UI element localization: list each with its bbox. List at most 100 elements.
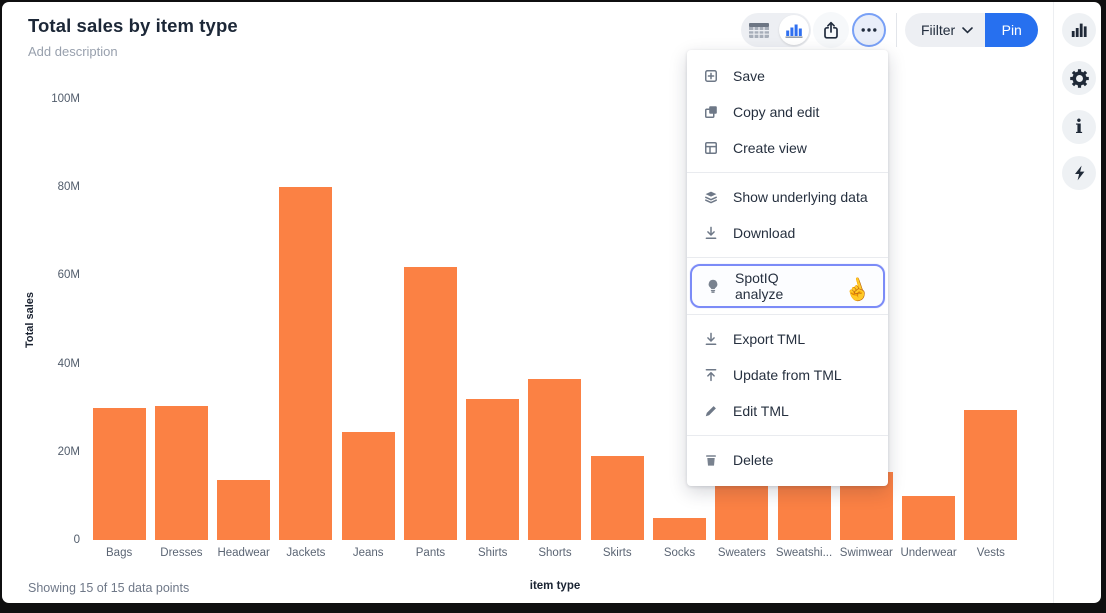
filter-button[interactable]: Fiilter — [905, 13, 985, 47]
x-tick-label: Socks — [648, 547, 710, 559]
x-axis-title: item type — [88, 580, 1022, 592]
ellipsis-icon — [861, 28, 877, 32]
x-tick-label: Vests — [960, 547, 1022, 559]
chart-view-icon — [785, 23, 803, 38]
bar-shirts[interactable] — [466, 399, 519, 540]
x-tick-label: Pants — [399, 547, 461, 559]
pin-button-label: Pin — [1002, 22, 1022, 38]
create-view-icon — [703, 140, 719, 156]
bar-slot — [275, 99, 337, 540]
menu-item-create-view[interactable]: Create view — [687, 130, 888, 166]
menu-item-save[interactable]: Save — [687, 58, 888, 94]
y-axis-ticks: 100M80M60M40M20M0 — [40, 99, 80, 540]
x-tick-label: Dresses — [150, 547, 212, 559]
bar-jackets[interactable] — [279, 187, 332, 540]
y-tick-label: 60M — [40, 269, 80, 281]
menu-item-label: Edit TML — [733, 403, 789, 419]
menu-item-edit-tml[interactable]: Edit TML — [687, 393, 888, 429]
bar-underwear[interactable] — [902, 496, 955, 540]
share-icon — [822, 21, 840, 40]
toolbar-divider — [896, 13, 897, 47]
more-options-button[interactable] — [852, 13, 886, 47]
bar-slot — [399, 99, 461, 540]
bar-slot — [150, 99, 212, 540]
menu-divider — [687, 314, 888, 315]
share-button[interactable] — [813, 12, 849, 48]
table-view-icon — [749, 23, 769, 38]
gear-icon — [1070, 69, 1089, 88]
x-tick-label: Jeans — [337, 547, 399, 559]
page-title: Total sales by item type — [28, 15, 238, 37]
bar-slot — [960, 99, 1022, 540]
copy-and-edit-icon — [703, 104, 719, 120]
y-axis-title: Total sales — [22, 99, 38, 540]
bar-socks[interactable] — [653, 518, 706, 540]
bar-bags[interactable] — [93, 408, 146, 540]
chart-config-icon — [1071, 23, 1087, 37]
info-icon: i — [1075, 118, 1082, 137]
menu-item-label: Update from TML — [733, 367, 842, 383]
sidebar-settings-button[interactable] — [1062, 61, 1096, 95]
menu-item-export-tml[interactable]: Export TML — [687, 321, 888, 357]
menu-item-label: Save — [733, 68, 765, 84]
bar-dresses[interactable] — [155, 406, 208, 541]
x-tick-label: Swimwear — [835, 547, 897, 559]
download-icon — [703, 225, 719, 241]
trash-icon — [703, 452, 719, 468]
bar-jeans[interactable] — [342, 432, 395, 540]
menu-item-spotiq-highlight: SpotIQ analyze ☝ — [690, 264, 885, 308]
menu-item-show-underlying-data[interactable]: Show underlying data — [687, 179, 888, 215]
add-description-placeholder[interactable]: Add description — [28, 44, 118, 59]
save-icon — [703, 68, 719, 84]
menu-item-copy-and-edit[interactable]: Copy and edit — [687, 94, 888, 130]
chevron-down-icon — [962, 27, 973, 34]
app-window: Total sales by item type Add description — [2, 2, 1101, 603]
bar-slot — [337, 99, 399, 540]
bar-slot — [462, 99, 524, 540]
bar-pants[interactable] — [404, 267, 457, 540]
lightning-icon — [1073, 165, 1086, 181]
menu-item-update-from-tml[interactable]: Update from TML — [687, 357, 888, 393]
y-tick-label: 40M — [40, 358, 80, 370]
x-tick-label: Sweaters — [711, 547, 773, 559]
bar-slot — [586, 99, 648, 540]
x-tick-label: Sweatshi... — [773, 547, 835, 559]
upload-icon — [703, 367, 719, 383]
menu-item-download[interactable]: Download — [687, 215, 888, 251]
menu-item-label: Delete — [733, 452, 773, 468]
bar-slot — [897, 99, 959, 540]
y-tick-label: 80M — [40, 181, 80, 193]
bar-slot — [524, 99, 586, 540]
menu-item-label: SpotIQ analyze — [735, 270, 828, 302]
x-axis-labels: BagsDressesHeadwearJacketsJeansPantsShir… — [88, 547, 1022, 559]
sidebar-info-button[interactable]: i — [1062, 110, 1096, 144]
sidebar-divider — [1053, 2, 1054, 603]
sidebar-chart-config-button[interactable] — [1062, 13, 1096, 47]
bar-skirts[interactable] — [591, 456, 644, 540]
table-view-button[interactable] — [741, 13, 776, 47]
lightbulb-icon — [705, 278, 721, 294]
x-tick-label: Skirts — [586, 547, 648, 559]
chart-view-button[interactable] — [779, 15, 809, 45]
pin-button[interactable]: Pin — [985, 13, 1038, 47]
menu-item-spotiq-analyze[interactable]: SpotIQ analyze ☝ — [692, 266, 883, 306]
menu-item-delete[interactable]: Delete — [687, 442, 888, 478]
x-tick-label: Headwear — [213, 547, 275, 559]
bar-slot — [213, 99, 275, 540]
y-tick-label: 0 — [40, 534, 80, 546]
menu-item-label: Download — [733, 225, 795, 241]
x-tick-label: Shirts — [462, 547, 524, 559]
more-options-menu: Save Copy and edit Create view — [687, 50, 888, 486]
sidebar-lightning-button[interactable] — [1062, 156, 1096, 190]
hand-pointer-icon: ☝ — [841, 276, 872, 304]
x-tick-label: Underwear — [897, 547, 959, 559]
bar-headwear[interactable] — [217, 480, 270, 540]
pencil-icon — [703, 403, 719, 419]
bar-vests[interactable] — [964, 410, 1017, 540]
x-tick-label: Shorts — [524, 547, 586, 559]
menu-item-label: Copy and edit — [733, 104, 819, 120]
bar-shorts[interactable] — [528, 379, 581, 540]
menu-item-label: Create view — [733, 140, 807, 156]
menu-divider — [687, 172, 888, 173]
y-tick-label: 100M — [40, 93, 80, 105]
